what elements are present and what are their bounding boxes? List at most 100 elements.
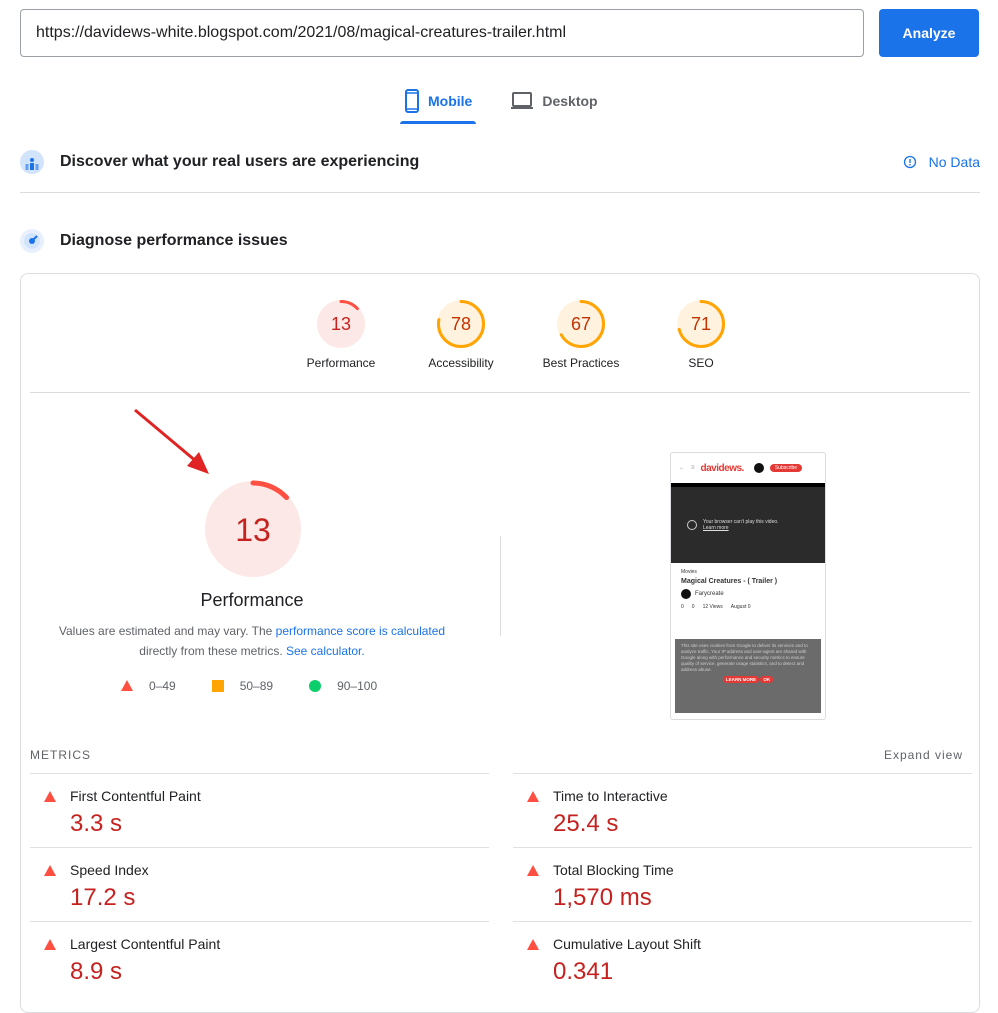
gauge-label: Accessibility: [428, 356, 494, 370]
metric-name: First Contentful Paint: [70, 788, 201, 804]
metric-value: 25.4 s: [553, 810, 619, 837]
preview-date: August 0: [730, 604, 751, 610]
device-tabs: Mobile Desktop: [400, 86, 632, 124]
gauge-performance[interactable]: 13 Performance: [281, 298, 401, 370]
gauge-icon: [20, 229, 44, 253]
metric-value: 3.3 s: [70, 810, 123, 837]
expand-view-toggle[interactable]: Expand view: [884, 748, 963, 762]
desc-text-2: directly from these metrics.: [139, 644, 286, 658]
legend-fail: 0–49: [121, 679, 176, 693]
score-value: 71: [691, 314, 711, 334]
performance-gauge: 13: [204, 480, 302, 578]
fail-triangle-icon: [527, 939, 539, 950]
subscribe-button: Subscribe: [769, 464, 803, 472]
preview-video: Your browser can't play this video. Learn…: [671, 487, 825, 563]
gauge-label: Performance: [306, 356, 376, 370]
preview-views: 12 Views: [702, 604, 723, 610]
tab-desktop[interactable]: Desktop: [506, 86, 601, 116]
video-learn-more: Learn more: [703, 525, 729, 531]
desc-text: Values are estimated and may vary. The: [58, 624, 276, 638]
metric-name: Speed Index: [70, 862, 149, 878]
performance-score: 13: [235, 512, 271, 548]
metric-value: 1,570 ms: [553, 884, 652, 911]
performance-title: Performance: [200, 590, 304, 610]
analyze-button[interactable]: Analyze: [879, 9, 979, 57]
no-data-label: No Data: [928, 154, 980, 170]
performance-description: Values are estimated and may vary. The p…: [41, 621, 463, 661]
laptop-icon: [511, 92, 534, 109]
score-ring: 78: [437, 300, 485, 348]
triangle-icon: [121, 680, 133, 691]
gauge-seo[interactable]: 71 SEO: [641, 298, 761, 370]
gauge-label: SEO: [688, 356, 714, 370]
red-arrow-annotation: [134, 408, 209, 474]
no-data-status[interactable]: No Data: [903, 154, 980, 170]
metric-total-blocking-time: Total Blocking Time 1,570 ms: [513, 847, 972, 921]
metric-value: 8.9 s: [70, 958, 123, 985]
score-ring: 71: [677, 300, 725, 348]
metric-speed-index: Speed Index 17.2 s: [30, 847, 489, 921]
author-avatar: [681, 589, 691, 599]
tab-desktop-label: Desktop: [542, 93, 598, 109]
report-card: 13 Performance 78 Accessibility 67 Best Pract…: [20, 273, 980, 1013]
metric-value: 17.2 s: [70, 884, 136, 911]
circle-icon: [309, 680, 322, 692]
preview-author: Farycreate: [695, 591, 724, 597]
score-value: 13: [331, 314, 351, 334]
gauges-divider: [30, 392, 970, 393]
cookie-ok: OK: [760, 676, 774, 683]
score-ring: 67: [557, 300, 605, 348]
preview-cookie-banner: This site uses cookies from Google to de…: [675, 639, 821, 713]
fail-triangle-icon: [44, 865, 56, 876]
category-gauges: 13 Performance 78 Accessibility 67 Best Pract…: [281, 298, 761, 370]
metrics-right: Time to Interactive 25.4 s Total Blockin…: [513, 773, 972, 995]
metric-cumulative-layout-shift: Cumulative Layout Shift 0.341: [513, 921, 972, 995]
score-value: 67: [571, 314, 591, 334]
preview-logo: davidews.: [700, 462, 745, 474]
fail-triangle-icon: [44, 939, 56, 950]
preview-post-title: Magical Creatures - ( Trailer ): [681, 578, 778, 585]
metric-name: Total Blocking Time: [553, 862, 674, 878]
phone-icon: [405, 89, 419, 113]
gauge-accessibility[interactable]: 78 Accessibility: [401, 298, 521, 370]
score-ring: 13: [317, 300, 365, 348]
legend-average: 50–89: [211, 679, 273, 693]
metric-name: Time to Interactive: [553, 788, 668, 804]
fail-triangle-icon: [527, 791, 539, 802]
score-calculated-link[interactable]: performance score is calculated: [276, 624, 445, 638]
gauge-best-practices[interactable]: 67 Best Practices: [521, 298, 641, 370]
metric-value: 0.341: [553, 958, 614, 985]
metrics-left: First Contentful Paint 3.3 s Speed Index…: [30, 773, 489, 995]
score-value: 78: [451, 314, 471, 334]
users-icon: [20, 150, 44, 174]
tab-mobile[interactable]: Mobile: [400, 86, 477, 124]
url-input[interactable]: [20, 9, 864, 57]
preview-avatar: [753, 463, 764, 473]
section-divider: [20, 192, 980, 193]
tab-mobile-label: Mobile: [428, 93, 473, 109]
cookie-text: This site uses cookies from Google to de…: [681, 643, 808, 672]
fail-triangle-icon: [527, 865, 539, 876]
legend-pass-label: 90–100: [337, 679, 378, 693]
legend-pass: 90–100: [309, 679, 377, 693]
back-icon: ←: [679, 465, 685, 471]
legend-fail-label: 0–49: [149, 679, 176, 693]
see-calculator-link[interactable]: See calculator.: [286, 644, 365, 658]
square-icon: [211, 680, 224, 692]
video-alert-icon: [687, 520, 697, 530]
info-icon: [903, 155, 916, 169]
metric-time-to-interactive: Time to Interactive 25.4 s: [513, 773, 972, 847]
field-data-title: Discover what your real users are experi…: [60, 153, 420, 170]
preview-post: Movies Magical Creatures - ( Trailer ) F…: [671, 563, 825, 616]
menu-icon: ≡: [691, 465, 695, 471]
preview-header: ← ≡ davidews. Subscribe: [671, 453, 825, 483]
lab-data-title: Diagnose performance issues: [60, 232, 288, 249]
preview-likes: 0: [681, 604, 684, 610]
preview-category: Movies: [681, 569, 697, 575]
cookie-learn-more: LEARN MORE: [722, 676, 760, 683]
metric-name: Largest Contentful Paint: [70, 936, 221, 952]
gauge-label: Best Practices: [542, 356, 620, 370]
field-data-section: Discover what your real users are experi…: [20, 148, 980, 176]
vertical-divider: [500, 536, 501, 636]
fail-triangle-icon: [44, 791, 56, 802]
